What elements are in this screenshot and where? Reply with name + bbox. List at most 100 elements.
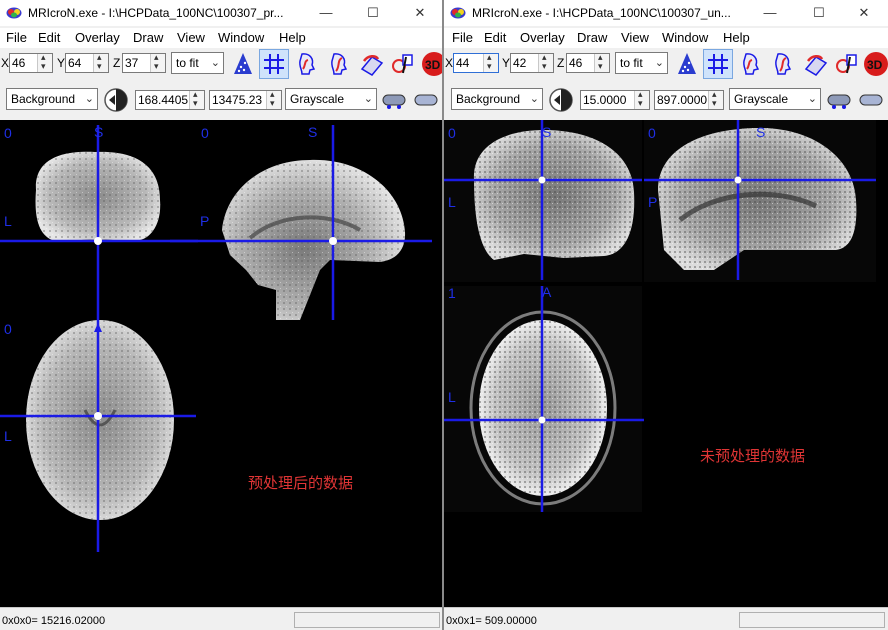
- menu-edit[interactable]: Edit: [484, 30, 506, 45]
- superior-label: S: [94, 124, 104, 140]
- render-cone-button[interactable]: [672, 49, 702, 79]
- axial-slice-number: 0: [4, 321, 12, 337]
- z-label: Z: [557, 56, 565, 70]
- 3d-render-icon: 3D: [422, 52, 442, 76]
- right-window: MRIcroN.exe - I:\HCPData_100NC\100307_un…: [444, 0, 888, 630]
- superior-label: S: [542, 124, 552, 140]
- status-bar: 0x0x1= 509.00000: [444, 607, 888, 630]
- z-coordinate-spinner[interactable]: 46: [566, 52, 610, 73]
- left-label: L: [4, 213, 12, 229]
- title-bar[interactable]: MRIcroN.exe - I:\HCPData_100NC\100307_pr…: [0, 0, 442, 26]
- status-bar: 0x0x0= 15216.02000: [0, 607, 442, 630]
- back-button[interactable]: [546, 85, 576, 115]
- head-profile-button[interactable]: [292, 49, 322, 79]
- menu-view[interactable]: View: [177, 30, 205, 45]
- zoom-select[interactable]: to fit ⌄: [615, 52, 668, 74]
- zoom-select[interactable]: to fit ⌄: [171, 52, 224, 74]
- layer-select[interactable]: Background ⌄: [6, 88, 98, 110]
- menu-file[interactable]: File: [6, 30, 27, 45]
- brightness-button[interactable]: [411, 85, 441, 115]
- min-intensity-spinner[interactable]: 168.4405: [135, 89, 205, 110]
- close-button[interactable]: ✕: [842, 2, 886, 24]
- right-image-viewport[interactable]: 0 S 0 S L P 1 A L 未预处理的数据: [444, 120, 888, 607]
- pen-tool-icon: [836, 54, 857, 74]
- contrast-button[interactable]: [824, 85, 854, 115]
- display-toolbar: Background⌄ 15.0000 897.0000 Grayscale⌄: [444, 85, 888, 115]
- status-text: 0x0x0= 15216.02000: [2, 615, 106, 627]
- left-image-viewport[interactable]: 0 S 0 S L P 0 L 预处理后的数据: [0, 120, 442, 607]
- x-label: X: [1, 56, 10, 70]
- menu-draw[interactable]: Draw: [577, 30, 607, 45]
- menu-help[interactable]: Help: [723, 30, 750, 45]
- menu-edit[interactable]: Edit: [38, 30, 60, 45]
- head-profile-icon: [743, 53, 760, 75]
- superior-label: S: [756, 124, 766, 140]
- 3d-render-button[interactable]: 3D: [861, 49, 888, 79]
- brain-slices: [0, 125, 432, 552]
- brain-slice-icon: [804, 55, 828, 76]
- coordinate-toolbar: X 44 Y 42 Z 46 to fit⌄ 3D: [444, 48, 888, 79]
- title-bar[interactable]: MRIcroN.exe - I:\HCPData_100NC\100307_un…: [444, 0, 888, 26]
- colormap-select[interactable]: Grayscale ⌄: [285, 88, 377, 110]
- pen-tool-button[interactable]: [388, 49, 418, 79]
- window-title: MRIcroN.exe - I:\HCPData_100NC\100307_un…: [472, 6, 731, 20]
- menu-help[interactable]: Help: [279, 30, 306, 45]
- crosshair-toggle-button[interactable]: [259, 49, 289, 79]
- min-intensity-spinner[interactable]: 15.0000: [580, 89, 650, 110]
- z-label: Z: [113, 56, 121, 70]
- render-cone-button[interactable]: [228, 49, 258, 79]
- maximize-button[interactable]: ☐: [351, 2, 395, 24]
- pen-tool-icon: [392, 54, 413, 74]
- menu-overlay[interactable]: Overlay: [75, 30, 120, 45]
- brain-slice-button[interactable]: [800, 49, 830, 79]
- brain-slice-icon: [360, 55, 384, 76]
- menu-draw[interactable]: Draw: [133, 30, 163, 45]
- brain-slices: [444, 120, 876, 512]
- left-label: L: [448, 194, 456, 210]
- app-logo-icon: [6, 7, 22, 19]
- menu-window[interactable]: Window: [218, 30, 264, 45]
- brightness-button[interactable]: [856, 85, 886, 115]
- x-coordinate-spinner[interactable]: 46: [9, 52, 53, 73]
- z-coordinate-spinner[interactable]: 37: [122, 52, 166, 73]
- contrast-button[interactable]: [379, 85, 409, 115]
- back-button[interactable]: [101, 85, 131, 115]
- caption-text: 预处理后的数据: [248, 475, 354, 492]
- close-button[interactable]: ✕: [398, 2, 442, 24]
- layer-select[interactable]: Background ⌄: [451, 88, 543, 110]
- menu-file[interactable]: File: [452, 30, 473, 45]
- menu-window[interactable]: Window: [662, 30, 708, 45]
- crosshair-grid-icon: [264, 54, 284, 74]
- left-window: MRIcroN.exe - I:\HCPData_100NC\100307_pr…: [0, 0, 442, 630]
- coronal-slice-number: 0: [448, 125, 456, 141]
- minimize-button[interactable]: —: [748, 2, 792, 24]
- head-profile-button[interactable]: [736, 49, 766, 79]
- head-roi-button[interactable]: [324, 49, 354, 79]
- y-coordinate-spinner[interactable]: 42: [510, 52, 554, 73]
- max-intensity-spinner[interactable]: 13475.23: [209, 89, 282, 110]
- coronal-slice-number: 0: [4, 125, 12, 141]
- render-cone-icon: [234, 53, 252, 74]
- superior-label: S: [308, 124, 318, 140]
- colormap-select[interactable]: Grayscale ⌄: [729, 88, 821, 110]
- left-label: L: [448, 389, 456, 405]
- axial-slice-number: 1: [448, 285, 456, 301]
- y-label: Y: [57, 56, 66, 70]
- 3d-render-button[interactable]: 3D: [419, 49, 442, 79]
- minimize-button[interactable]: —: [304, 2, 348, 24]
- menu-overlay[interactable]: Overlay: [520, 30, 565, 45]
- crosshair-toggle-button[interactable]: [703, 49, 733, 79]
- y-coordinate-spinner[interactable]: 64: [65, 52, 109, 73]
- x-coordinate-spinner[interactable]: 44: [453, 52, 499, 73]
- head-roi-button[interactable]: [768, 49, 798, 79]
- maximize-button[interactable]: ☐: [797, 2, 841, 24]
- app-logo-icon: [450, 7, 466, 19]
- x-label: X: [445, 56, 454, 70]
- brain-slice-button[interactable]: [356, 49, 386, 79]
- pen-tool-button[interactable]: [832, 49, 862, 79]
- left-label: L: [4, 428, 12, 444]
- menu-view[interactable]: View: [621, 30, 649, 45]
- status-text: 0x0x1= 509.00000: [446, 615, 537, 627]
- coordinate-toolbar: X 46 Y 64 Z 37 to fit⌄ 3D: [0, 48, 442, 79]
- max-intensity-spinner[interactable]: 897.0000: [654, 89, 724, 110]
